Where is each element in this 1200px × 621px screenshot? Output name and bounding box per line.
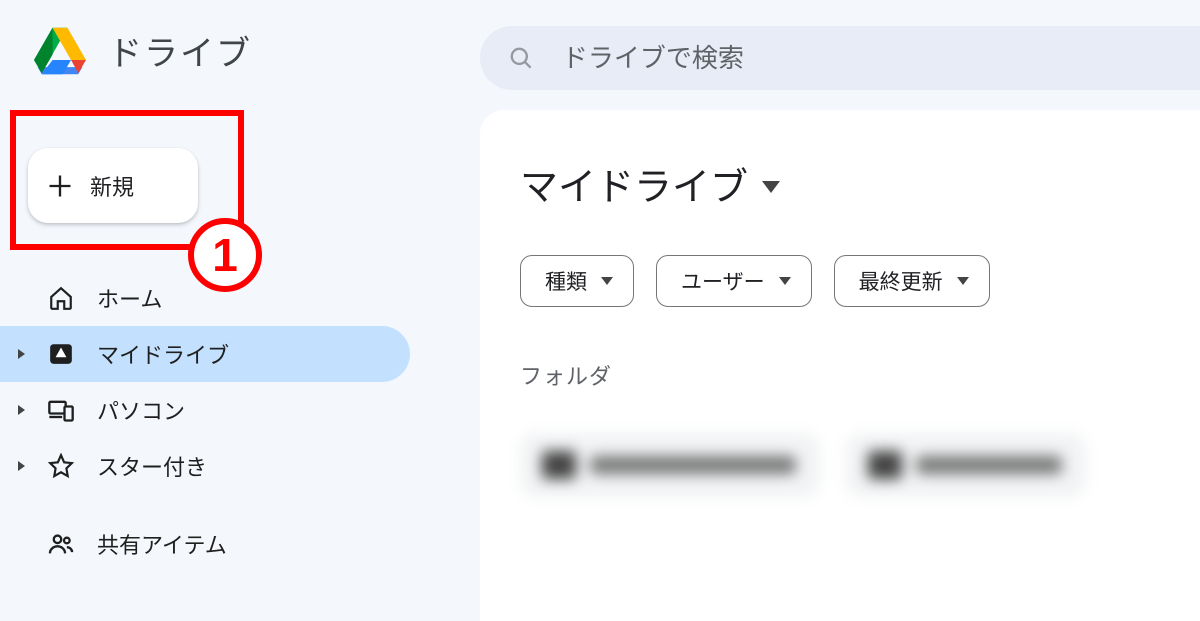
sidebar-item-computers[interactable]: パソコン [0,382,410,438]
filter-chip-label: ユーザー [681,266,765,296]
people-icon [47,530,75,558]
folder-name-blurred [590,456,796,474]
chevron-right-icon[interactable] [18,461,25,471]
plus-icon [46,172,74,200]
sidebar-item-mydrive[interactable]: マイドライブ [0,326,410,382]
breadcrumb-label: マイドライブ [520,156,748,211]
star-icon [47,452,75,480]
caret-down-icon [957,277,969,285]
new-button[interactable]: 新規 [28,148,198,223]
expand-placeholder [18,293,25,303]
expand-placeholder [18,539,25,549]
section-folders-heading: フォルダ [520,359,1172,391]
filter-chip-type[interactable]: 種類 [520,255,634,307]
chevron-right-icon[interactable] [18,349,25,359]
sidebar-item-label: マイドライブ [97,338,229,370]
search-input[interactable] [562,43,1200,74]
brand: ドライブ [34,26,252,75]
folder-icon [868,451,902,479]
filter-chips: 種類 ユーザー 最終更新 [520,255,1172,307]
search-icon [508,44,534,72]
sidebar-item-home[interactable]: ホーム [0,270,410,326]
sidebar-item-label: 共有アイテム [97,528,227,560]
chevron-right-icon[interactable] [18,405,25,415]
sidebar-item-shared[interactable]: 共有アイテム [0,516,410,572]
caret-down-icon [779,277,791,285]
devices-icon [47,396,75,424]
caret-down-icon [601,277,613,285]
search-bar[interactable] [480,26,1200,90]
filter-chip-modified[interactable]: 最終更新 [834,255,990,307]
sidebar-item-label: ホーム [97,282,162,314]
sidebar-item-starred[interactable]: スター付き [0,438,410,494]
folder-name-blurred [916,456,1062,474]
drive-logo-icon [34,27,86,75]
folder-item[interactable] [520,433,820,497]
sidebar-item-label: スター付き [97,450,207,482]
new-button-label: 新規 [90,170,134,202]
folder-item[interactable] [846,433,1086,497]
sidebar-nav: ホーム マイドライブ パソコン [0,270,410,572]
brand-title: ドライブ [108,26,252,75]
folders-row [520,433,1172,497]
filter-chip-label: 種類 [545,266,587,296]
filter-chip-label: 最終更新 [859,266,943,296]
caret-down-icon [762,181,780,193]
drive-dark-icon [47,340,75,368]
breadcrumb[interactable]: マイドライブ [520,156,1172,211]
sidebar-item-label: パソコン [97,394,185,426]
main-panel: マイドライブ 種類 ユーザー 最終更新 フォルダ [480,110,1200,621]
filter-chip-people[interactable]: ユーザー [656,255,812,307]
home-icon [47,284,75,312]
folder-icon [542,451,576,479]
